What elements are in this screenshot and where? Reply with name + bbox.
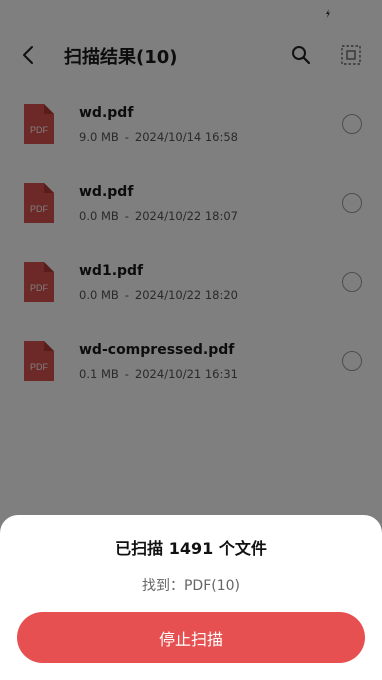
stop-scan-button[interactable]: 停止扫描 [17,612,365,663]
found-summary-text: 找到：PDF(10) [141,578,240,594]
screen: 5:46 扫描结果(10) PD [0,0,382,680]
scan-count-text: 已扫描 1491 个文件 [115,539,267,558]
scan-progress-sheet: 已扫描 1491 个文件 找到：PDF(10) 停止扫描 [0,515,382,680]
